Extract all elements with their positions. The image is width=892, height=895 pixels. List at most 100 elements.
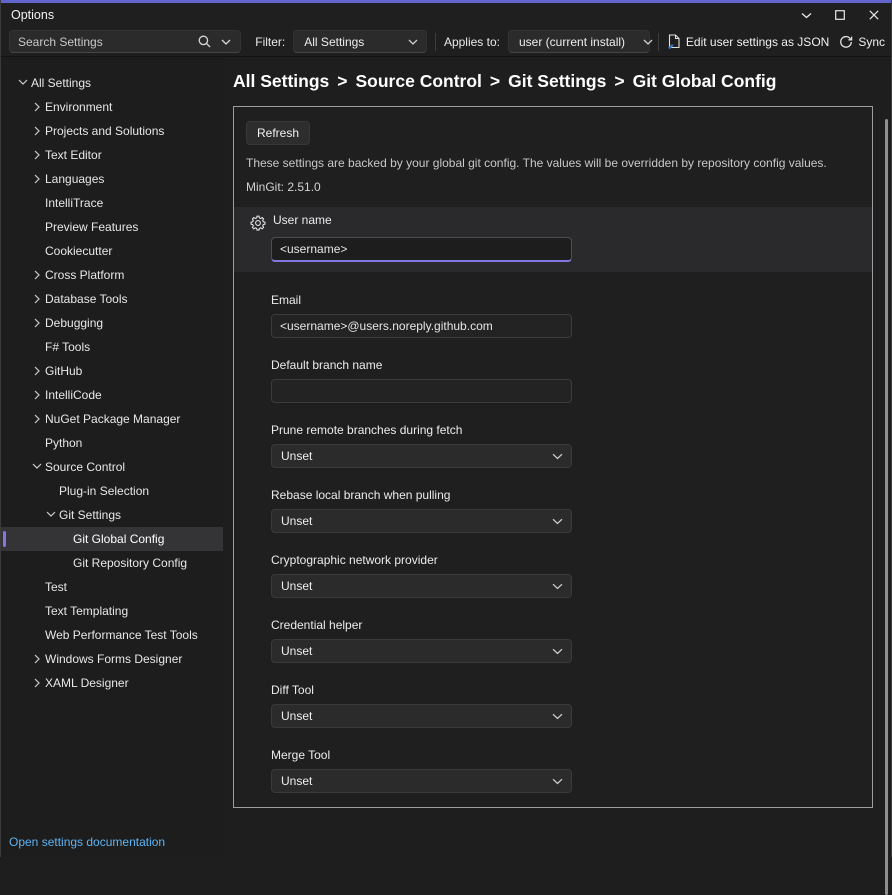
sidebar-item-cross-platform[interactable]: Cross Platform bbox=[1, 263, 223, 287]
search-input[interactable] bbox=[18, 35, 193, 49]
field-email: Email bbox=[271, 293, 860, 338]
chevron-down-icon bbox=[15, 78, 31, 88]
mingit-version: MinGit: 2.51.0 bbox=[246, 180, 860, 194]
search-options-chevron-icon[interactable] bbox=[216, 39, 236, 45]
sidebar-item-git-settings[interactable]: Git Settings bbox=[1, 503, 223, 527]
refresh-button[interactable]: Refresh bbox=[246, 121, 310, 145]
chevron-right-icon bbox=[29, 366, 45, 376]
chevron-right-icon bbox=[29, 678, 45, 688]
minimize-button[interactable] bbox=[789, 3, 823, 27]
chevron-down-icon bbox=[29, 462, 45, 472]
sidebar-item-preview-features[interactable]: Preview Features bbox=[1, 215, 223, 239]
sidebar-item-plug-in-selection[interactable]: Plug-in Selection bbox=[1, 479, 223, 503]
sync-icon bbox=[839, 35, 853, 49]
sidebar-item-label: Text Templating bbox=[45, 604, 128, 618]
field-rebase-local-branch-when-pulling: Rebase local branch when pullingUnset bbox=[271, 488, 860, 533]
chevron-down-icon bbox=[552, 583, 563, 590]
sidebar-item-windows-forms-designer[interactable]: Windows Forms Designer bbox=[1, 647, 223, 671]
search-icon[interactable] bbox=[193, 35, 216, 48]
breadcrumb-separator: > bbox=[490, 71, 500, 91]
sidebar-item-intellicode[interactable]: IntelliCode bbox=[1, 383, 223, 407]
sidebar-item-label: F# Tools bbox=[45, 340, 90, 354]
sync-button[interactable]: Sync bbox=[839, 35, 885, 49]
select-value: Unset bbox=[281, 514, 312, 528]
select-value: Unset bbox=[281, 709, 312, 723]
settings-fields: User nameEmailDefault branch namePrune r… bbox=[246, 207, 860, 793]
chevron-down-icon bbox=[408, 39, 418, 45]
search-settings-box[interactable] bbox=[9, 30, 241, 53]
sidebar-item-intellitrace[interactable]: IntelliTrace bbox=[1, 191, 223, 215]
chevron-right-icon bbox=[29, 654, 45, 664]
chevron-down-icon bbox=[552, 648, 563, 655]
sidebar-item-debugging[interactable]: Debugging bbox=[1, 311, 223, 335]
sidebar-item-text-templating[interactable]: Text Templating bbox=[1, 599, 223, 623]
sidebar-item-git-global-config[interactable]: Git Global Config bbox=[1, 527, 223, 551]
sidebar-item-label: Preview Features bbox=[45, 220, 138, 234]
toolbar-separator bbox=[435, 33, 436, 51]
field-label: Email bbox=[271, 293, 860, 308]
sidebar-item-github[interactable]: GitHub bbox=[1, 359, 223, 383]
vertical-scrollbar[interactable] bbox=[885, 119, 888, 895]
rebase-local-branch-when-pulling-select[interactable]: Unset bbox=[271, 509, 572, 533]
sidebar-item-languages[interactable]: Languages bbox=[1, 167, 223, 191]
email-input[interactable] bbox=[271, 314, 572, 338]
settings-tree: All Settings Environment Projects and Solu… bbox=[1, 71, 223, 695]
credential-helper-select[interactable]: Unset bbox=[271, 639, 572, 663]
field-label: Cryptographic network provider bbox=[271, 553, 860, 568]
open-settings-documentation-link[interactable]: Open settings documentation bbox=[9, 835, 165, 849]
breadcrumb-part-source-control: Source Control bbox=[356, 71, 482, 91]
sidebar-item-f-tools[interactable]: F# Tools bbox=[1, 335, 223, 359]
panel-description: These settings are backed by your global… bbox=[246, 156, 860, 170]
chevron-right-icon bbox=[29, 318, 45, 328]
close-button[interactable] bbox=[857, 3, 891, 27]
sidebar-item-label: Environment bbox=[45, 100, 112, 114]
field-default-branch-name: Default branch name bbox=[271, 358, 860, 403]
chevron-down-icon bbox=[801, 12, 812, 19]
titlebar: Options bbox=[1, 3, 891, 27]
sidebar-item-environment[interactable]: Environment bbox=[1, 95, 223, 119]
edit-json-label: Edit user settings as JSON bbox=[686, 35, 829, 49]
sidebar-item-xaml-designer[interactable]: XAML Designer bbox=[1, 671, 223, 695]
sidebar-item-all-settings[interactable]: All Settings bbox=[1, 71, 223, 95]
sidebar-item-git-repository-config[interactable]: Git Repository Config bbox=[1, 551, 223, 575]
edit-json-button[interactable]: Edit user settings as JSON bbox=[667, 34, 829, 49]
sidebar-item-label: Languages bbox=[45, 172, 104, 186]
gear-icon[interactable] bbox=[250, 215, 266, 231]
user-name-input[interactable] bbox=[271, 237, 572, 262]
merge-tool-select[interactable]: Unset bbox=[271, 769, 572, 793]
sidebar-item-web-performance-test-tools[interactable]: Web Performance Test Tools bbox=[1, 623, 223, 647]
sidebar-item-nuget-package-manager[interactable]: NuGet Package Manager bbox=[1, 407, 223, 431]
sidebar-item-text-editor[interactable]: Text Editor bbox=[1, 143, 223, 167]
sidebar-item-database-tools[interactable]: Database Tools bbox=[1, 287, 223, 311]
breadcrumb-part-git-settings: Git Settings bbox=[508, 71, 606, 91]
sidebar-item-cookiecutter[interactable]: Cookiecutter bbox=[1, 239, 223, 263]
sidebar-item-python[interactable]: Python bbox=[1, 431, 223, 455]
sidebar-item-label: Cookiecutter bbox=[45, 244, 112, 258]
field-label: Credential helper bbox=[271, 618, 860, 633]
applies-to-label: Applies to: bbox=[444, 35, 500, 49]
sidebar-item-label: XAML Designer bbox=[45, 676, 129, 690]
settings-content: All Settings>Source Control>Git Settings… bbox=[223, 57, 891, 857]
field-label: User name bbox=[273, 213, 332, 228]
sidebar-item-projects-and-solutions[interactable]: Projects and Solutions bbox=[1, 119, 223, 143]
chevron-right-icon bbox=[29, 294, 45, 304]
options-toolbar: Filter: All Settings Applies to: user (c… bbox=[1, 27, 891, 57]
filter-dropdown[interactable]: All Settings bbox=[293, 30, 427, 53]
sidebar-item-label: Projects and Solutions bbox=[45, 124, 164, 138]
diff-tool-select[interactable]: Unset bbox=[271, 704, 572, 728]
sidebar-item-source-control[interactable]: Source Control bbox=[1, 455, 223, 479]
field-diff-tool: Diff ToolUnset bbox=[271, 683, 860, 728]
chevron-down-icon bbox=[552, 453, 563, 460]
sidebar-item-label: Windows Forms Designer bbox=[45, 652, 182, 666]
prune-remote-branches-during-fetch-select[interactable]: Unset bbox=[271, 444, 572, 468]
sidebar-item-label: Web Performance Test Tools bbox=[45, 628, 198, 642]
window-controls bbox=[789, 3, 891, 27]
default-branch-name-input[interactable] bbox=[271, 379, 572, 403]
chevron-right-icon bbox=[29, 174, 45, 184]
git-global-config-panel: Refresh These settings are backed by you… bbox=[233, 106, 873, 808]
applies-to-dropdown[interactable]: user (current install) bbox=[508, 30, 650, 53]
chevron-down-icon bbox=[552, 518, 563, 525]
cryptographic-network-provider-select[interactable]: Unset bbox=[271, 574, 572, 598]
sidebar-item-test[interactable]: Test bbox=[1, 575, 223, 599]
maximize-button[interactable] bbox=[823, 3, 857, 27]
